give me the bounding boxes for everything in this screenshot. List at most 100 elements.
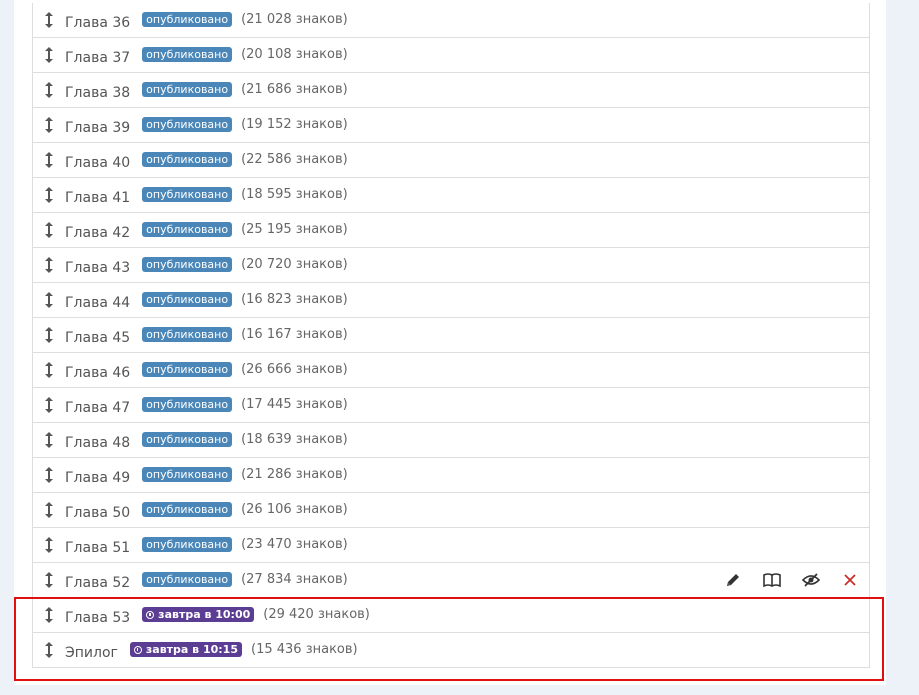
chapter-row[interactable]: Глава 44 опубликовано (16 823 знаков) — [33, 283, 869, 318]
char-count: (21 686 знаков) — [241, 81, 348, 97]
chapter-title[interactable]: Глава 41 — [65, 190, 130, 206]
char-count: (19 152 знаков) — [241, 116, 348, 132]
clock-icon — [146, 610, 155, 619]
chapter-title[interactable]: Глава 46 — [65, 365, 130, 381]
chapter-row[interactable]: Глава 47 опубликовано (17 445 знаков) — [33, 388, 869, 423]
drag-handle-icon[interactable] — [33, 3, 65, 37]
chapter-row[interactable]: Эпилог завтра в 10:15 (15 436 знаков) — [33, 633, 869, 668]
chapter-row[interactable]: Глава 49 опубликовано (21 286 знаков) — [33, 458, 869, 493]
drag-handle-icon[interactable] — [33, 493, 65, 527]
chapter-row[interactable]: Глава 52 опубликовано (27 834 знаков) — [33, 563, 869, 598]
published-badge: опубликовано — [142, 466, 233, 482]
chapter-row[interactable]: Глава 53 завтра в 10:00 (29 420 знаков) — [33, 598, 869, 633]
chapter-title[interactable]: Глава 48 — [65, 435, 130, 451]
published-badge: опубликовано — [142, 431, 233, 447]
badge-label: завтра в 10:15 — [145, 642, 238, 656]
chapter-title[interactable]: Глава 51 — [65, 540, 130, 556]
chapter-row[interactable]: Глава 50 опубликовано (26 106 знаков) — [33, 493, 869, 528]
chapter-row[interactable]: Глава 45 опубликовано (16 167 знаков) — [33, 318, 869, 353]
drag-handle-icon[interactable] — [33, 283, 65, 317]
drag-handle-icon[interactable] — [33, 248, 65, 282]
chapter-title[interactable]: Глава 43 — [65, 260, 130, 276]
drag-handle-icon[interactable] — [33, 388, 65, 422]
char-count: (20 108 знаков) — [241, 46, 348, 62]
drag-handle-icon[interactable] — [33, 318, 65, 352]
char-count: (29 420 знаков) — [263, 606, 370, 622]
chapter-title[interactable]: Глава 40 — [65, 155, 130, 171]
clock-icon — [133, 645, 142, 654]
drag-handle-icon[interactable] — [33, 528, 65, 562]
published-badge: опубликовано — [142, 536, 233, 552]
chapter-list: Глава 36 опубликовано (21 028 знаков) Глава… — [32, 3, 870, 668]
chapter-title[interactable]: Глава 47 — [65, 400, 130, 416]
chapter-title[interactable]: Глава 45 — [65, 330, 130, 346]
chapter-row[interactable]: Глава 42 опубликовано (25 195 знаков) — [33, 213, 869, 248]
chapter-title[interactable]: Глава 39 — [65, 120, 130, 136]
delete-button[interactable] — [830, 563, 869, 597]
char-count: (21 028 знаков) — [241, 11, 348, 27]
char-count: (26 106 знаков) — [241, 501, 348, 517]
chapter-title[interactable]: Глава 36 — [65, 15, 130, 31]
published-badge: опубликовано — [142, 186, 233, 202]
published-badge: опубликовано — [142, 11, 233, 27]
char-count: (26 666 знаков) — [241, 361, 348, 377]
chapter-title[interactable]: Глава 44 — [65, 295, 130, 311]
char-count: (27 834 знаков) — [241, 571, 348, 587]
char-count: (17 445 знаков) — [241, 396, 348, 412]
chapter-title[interactable]: Эпилог — [65, 645, 118, 661]
published-badge: опубликовано — [142, 151, 233, 167]
drag-handle-icon[interactable] — [33, 38, 65, 72]
chapter-title[interactable]: Глава 50 — [65, 505, 130, 521]
book-icon — [762, 572, 781, 588]
char-count: (22 586 знаков) — [241, 151, 348, 167]
published-badge: опубликовано — [142, 46, 233, 62]
chapter-title[interactable]: Глава 42 — [65, 225, 130, 241]
char-count: (21 286 знаков) — [241, 466, 348, 482]
chapter-row[interactable]: Глава 38 опубликовано (21 686 знаков) — [33, 73, 869, 108]
drag-handle-icon[interactable] — [33, 458, 65, 492]
drag-handle-icon[interactable] — [33, 598, 65, 632]
char-count: (20 720 знаков) — [241, 256, 348, 272]
hide-button[interactable] — [791, 563, 830, 597]
chapter-title[interactable]: Глава 52 — [65, 575, 130, 591]
published-badge: опубликовано — [142, 326, 233, 342]
published-badge: опубликовано — [142, 361, 233, 377]
drag-handle-icon[interactable] — [33, 633, 65, 667]
chapter-row[interactable]: Глава 46 опубликовано (26 666 знаков) — [33, 353, 869, 388]
drag-handle-icon[interactable] — [33, 423, 65, 457]
chapter-row[interactable]: Глава 39 опубликовано (19 152 знаков) — [33, 108, 869, 143]
char-count: (25 195 знаков) — [241, 221, 348, 237]
char-count: (18 639 знаков) — [241, 431, 348, 447]
drag-handle-icon[interactable] — [33, 143, 65, 177]
chapter-row[interactable]: Глава 51 опубликовано (23 470 знаков) — [33, 528, 869, 563]
drag-handle-icon[interactable] — [33, 353, 65, 387]
chapter-title[interactable]: Глава 37 — [65, 50, 130, 66]
published-badge: опубликовано — [142, 571, 233, 587]
chapter-row[interactable]: Глава 36 опубликовано (21 028 знаков) — [33, 3, 869, 38]
chapter-row[interactable]: Глава 40 опубликовано (22 586 знаков) — [33, 143, 869, 178]
chapter-title[interactable]: Глава 53 — [65, 610, 130, 626]
published-badge: опубликовано — [142, 501, 233, 517]
char-count: (16 167 знаков) — [241, 326, 348, 342]
edit-button[interactable] — [713, 563, 752, 597]
chapter-row[interactable]: Глава 43 опубликовано (20 720 знаков) — [33, 248, 869, 283]
char-count: (18 595 знаков) — [241, 186, 348, 202]
published-badge: опубликовано — [142, 396, 233, 412]
drag-handle-icon[interactable] — [33, 213, 65, 247]
published-badge: опубликовано — [142, 221, 233, 237]
drag-handle-icon[interactable] — [33, 73, 65, 107]
chapter-row[interactable]: Глава 48 опубликовано (18 639 знаков) — [33, 423, 869, 458]
badge-label: завтра в 10:00 — [158, 607, 251, 621]
read-button[interactable] — [752, 563, 791, 597]
chapter-title[interactable]: Глава 49 — [65, 470, 130, 486]
drag-handle-icon[interactable] — [33, 563, 65, 597]
scheduled-badge: завтра в 10:00 — [142, 606, 255, 622]
close-icon — [843, 573, 857, 587]
chapter-row[interactable]: Глава 37 опубликовано (20 108 знаков) — [33, 38, 869, 73]
drag-handle-icon[interactable] — [33, 178, 65, 212]
scheduled-badge: завтра в 10:15 — [129, 641, 242, 657]
chapter-row[interactable]: Глава 41 опубликовано (18 595 знаков) — [33, 178, 869, 213]
drag-handle-icon[interactable] — [33, 108, 65, 142]
chapter-title[interactable]: Глава 38 — [65, 85, 130, 101]
char-count: (23 470 знаков) — [241, 536, 348, 552]
